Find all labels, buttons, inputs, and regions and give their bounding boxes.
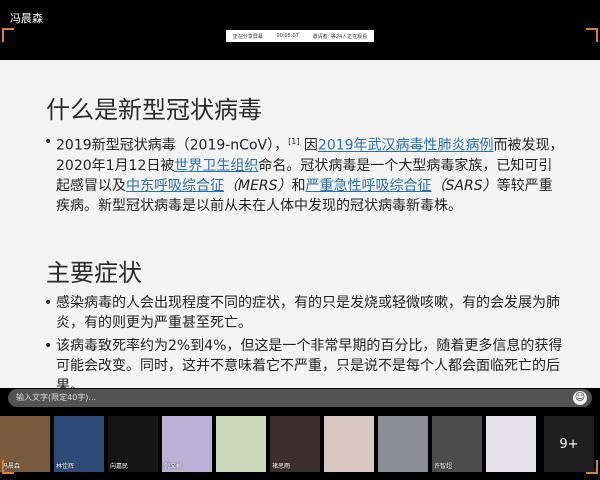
share-timer: 00:05:07 — [276, 33, 299, 39]
participant-tile[interactable]: 林佳辉 — [54, 416, 104, 472]
bullet: • — [44, 338, 53, 354]
slide-title: 什么是新型冠状病毒 — [46, 96, 262, 124]
participant-tile[interactable]: 褚思雨 — [270, 416, 320, 472]
reference-mark: [1] — [288, 137, 300, 146]
bullet: • — [44, 134, 53, 150]
slide-paragraph: • 该病毒致死率约为2%到4%，但这是一个非常早期的百分比，随着更多信息的获得可… — [44, 336, 564, 388]
avatar — [486, 416, 536, 472]
frame-corner — [2, 28, 14, 42]
avatar — [378, 416, 428, 472]
link-mers[interactable]: 中东呼吸综合征 — [126, 178, 224, 194]
slide-subtitle: 主要症状 — [46, 259, 142, 287]
participant-tile[interactable]: 许智超 — [432, 416, 482, 472]
share-notice: 邀请者: 等24人正在观看 — [312, 33, 368, 40]
chat-input[interactable]: 输入文字(限定40字)... ☺ — [8, 389, 592, 407]
frame-corner — [2, 460, 14, 474]
participant-tile[interactable] — [216, 416, 266, 472]
link-wuhan-pneumonia[interactable]: 2019年武汉病毒性肺炎病例 — [318, 138, 494, 154]
participant-tile[interactable]: 倪文彬 — [162, 416, 212, 472]
participant-name: 倪文彬 — [164, 463, 183, 470]
participant-tile[interactable] — [378, 416, 428, 472]
link-who[interactable]: 世界卫生组织 — [174, 158, 258, 174]
text-segment: （SARS） — [431, 177, 497, 194]
avatar — [216, 416, 266, 472]
fatality-text: 该病毒致死率约为2%到4%，但这是一个非常早期的百分比，随着更多信息的获得可能会… — [56, 338, 563, 388]
screen-share-banner[interactable]: 正在分享屏幕 00:05:07 邀请者: 等24人正在观看 — [226, 30, 374, 42]
participant-strip: 冯晨森 林佳辉 向嘉民 倪文彬 褚思雨 许智超 9+ — [0, 416, 600, 472]
avatar — [324, 416, 374, 472]
symptom-text: 感染病毒的人会出现程度不同的症状，有的只是发烧或轻微咳嗽，有的会发展为肺炎，有的… — [56, 295, 560, 331]
text-segment: 因 — [299, 137, 318, 154]
share-status: 正在分享屏幕 — [232, 33, 263, 40]
frame-corner — [586, 28, 598, 42]
participant-tile[interactable]: 向嘉民 — [108, 416, 158, 472]
slide-paragraph: • 2019新型冠状病毒（2019-nCoV），[1] 因2019年武汉病毒性肺… — [44, 132, 564, 216]
participant-name: 褚思雨 — [272, 463, 291, 470]
participant-tile[interactable] — [324, 416, 374, 472]
top-bar: 冯晨森 正在分享屏幕 00:05:07 邀请者: 等24人正在观看 — [0, 0, 600, 60]
text-segment: 2019新型冠状病毒（2019-nCoV）， — [56, 137, 289, 154]
participant-name: 许智超 — [434, 463, 453, 470]
text-segment: （MERS） — [224, 177, 292, 194]
participant-name: 林佳辉 — [56, 463, 75, 470]
participant-name: 向嘉民 — [110, 463, 129, 470]
text-segment: 和 — [291, 177, 306, 194]
participant-tile[interactable] — [486, 416, 536, 472]
presenter-name: 冯晨森 — [10, 12, 43, 25]
shared-slide: 什么是新型冠状病毒 • 2019新型冠状病毒（2019-nCoV），[1] 因2… — [0, 60, 600, 388]
link-sars[interactable]: 严重急性呼吸综合征 — [306, 178, 432, 194]
bullet: • — [44, 295, 53, 311]
frame-corner — [586, 460, 598, 474]
emoji-icon[interactable]: ☺ — [573, 391, 587, 405]
chat-input-placeholder: 输入文字(限定40字)... — [16, 393, 97, 402]
slide-paragraph: • 感染病毒的人会出现程度不同的症状，有的只是发烧或轻微咳嗽，有的会发展为肺炎，… — [44, 293, 564, 333]
